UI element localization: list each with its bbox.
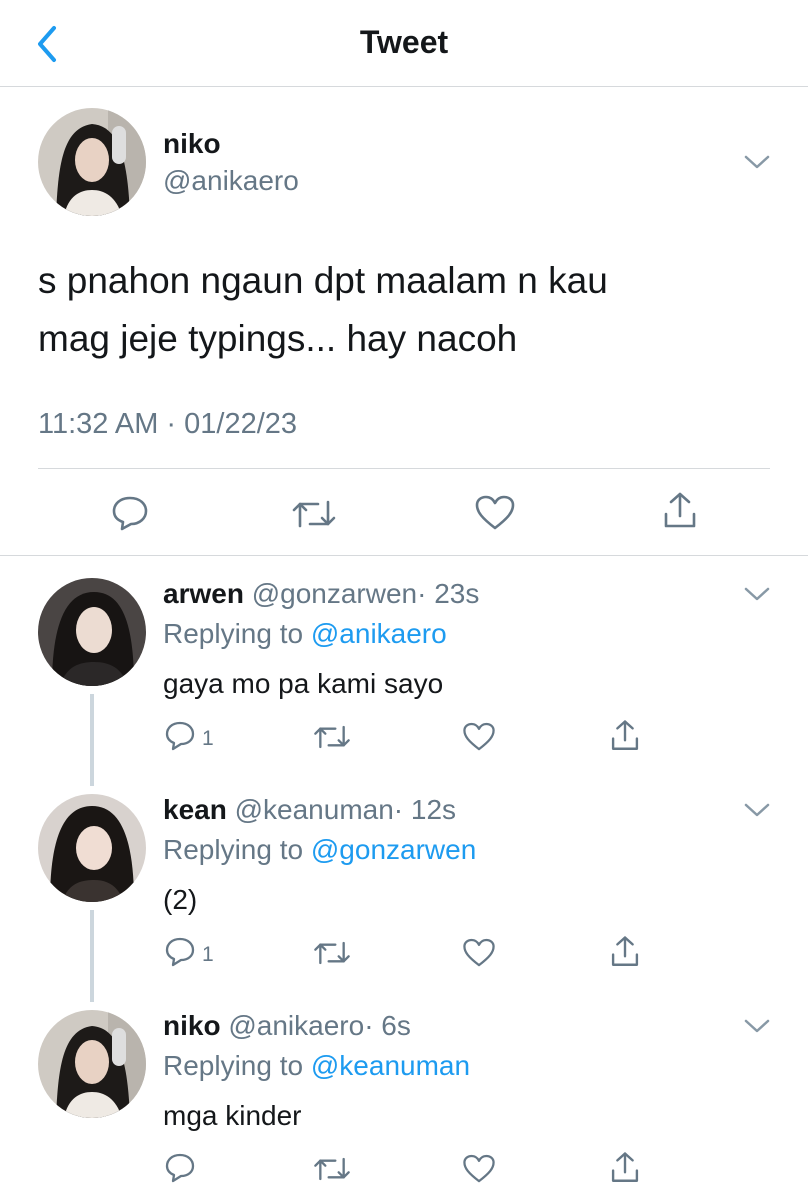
share-icon — [664, 492, 696, 528]
comment-icon — [112, 496, 148, 531]
tweet-text-line: s pnahon ngaun dpt maalam n kau — [38, 260, 608, 301]
reply-count: 1 — [202, 727, 214, 750]
retweet-button[interactable] — [312, 938, 352, 968]
retweet-button[interactable] — [312, 1154, 352, 1184]
replying-to-link[interactable]: @gonzarwen — [311, 834, 476, 865]
replying-to-link[interactable]: @anikaero — [311, 618, 447, 649]
reply-menu-button[interactable] — [742, 1016, 772, 1036]
like-button[interactable] — [462, 937, 496, 969]
share-icon — [611, 936, 639, 966]
retweet-button[interactable] — [290, 496, 338, 532]
reply-author-handle[interactable]: @anikaero — [228, 1010, 364, 1041]
avatar[interactable] — [38, 108, 146, 216]
chevron-down-icon — [744, 155, 770, 169]
replying-to-label: Replying to — [163, 618, 304, 649]
thread-line — [90, 694, 94, 786]
reply-button[interactable] — [164, 1152, 234, 1186]
replying-to: Replying to @anikaero — [163, 618, 447, 650]
retweet-icon — [314, 941, 350, 965]
reply-text: (2) — [163, 884, 198, 915]
share-button[interactable] — [660, 490, 700, 532]
reply-text: gaya mo pa kami sayo — [163, 668, 444, 699]
replying-to-label: Replying to — [163, 834, 304, 865]
divider — [38, 468, 770, 469]
reply-age: · 6s — [364, 1010, 411, 1041]
chevron-down-icon — [744, 803, 770, 817]
avatar[interactable] — [38, 794, 146, 902]
share-button[interactable] — [608, 718, 642, 754]
retweet-icon — [314, 1157, 350, 1181]
page-title: Tweet — [359, 24, 449, 60]
chevron-down-icon — [744, 587, 770, 601]
reply-button[interactable]: 1 — [164, 936, 234, 970]
retweet-icon — [292, 500, 336, 528]
author-handle[interactable]: @anikaero — [163, 165, 299, 197]
chevron-down-icon — [744, 1019, 770, 1033]
reply-author-handle[interactable]: @keanuman — [235, 794, 394, 825]
tweet-timestamp: 11:32 AM · 01/22/23 — [38, 408, 298, 440]
tweet-menu-button[interactable] — [742, 152, 772, 172]
heart-icon — [463, 722, 495, 751]
share-icon — [611, 1152, 639, 1182]
reply-age: · 12s — [393, 794, 457, 825]
reply-menu-button[interactable] — [742, 800, 772, 820]
reply-button[interactable] — [110, 494, 150, 532]
thread-line — [90, 910, 94, 1002]
replying-to-label: Replying to — [163, 1050, 304, 1081]
reply-menu-button[interactable] — [742, 584, 772, 604]
author-name[interactable]: niko — [163, 128, 221, 160]
heart-icon — [463, 1154, 495, 1183]
reply-author-handle[interactable]: @gonzarwen — [252, 578, 417, 609]
share-button[interactable] — [608, 934, 642, 970]
comment-icon — [165, 721, 195, 751]
comment-icon — [165, 1153, 195, 1183]
replying-to: Replying to @keanuman — [163, 1050, 470, 1082]
heart-icon — [475, 495, 515, 530]
reply-age: · 23s — [417, 578, 480, 609]
avatar[interactable] — [38, 578, 146, 686]
reply-text: mga kinder — [163, 1100, 302, 1131]
share-button[interactable] — [608, 1150, 642, 1186]
like-button[interactable] — [474, 494, 516, 532]
reply-count: 1 — [202, 943, 214, 966]
reply-author[interactable]: kean @keanuman· 12s — [163, 794, 456, 826]
reply-author-name[interactable]: kean — [163, 794, 227, 825]
heart-icon — [463, 938, 495, 967]
retweet-button[interactable] — [312, 722, 352, 752]
replying-to: Replying to @gonzarwen — [163, 834, 476, 866]
reply-author-name[interactable]: arwen — [163, 578, 244, 609]
comment-icon — [165, 937, 195, 967]
reply-author-name[interactable]: niko — [163, 1010, 221, 1041]
divider — [0, 555, 808, 556]
header-bar: Tweet — [0, 0, 808, 87]
like-button[interactable] — [462, 1153, 496, 1185]
reply-button[interactable]: 1 — [164, 720, 234, 754]
avatar[interactable] — [38, 1010, 146, 1118]
share-icon — [611, 720, 639, 750]
like-button[interactable] — [462, 721, 496, 753]
tweet-text-line: mag jeje typings... hay nacoh — [38, 318, 518, 359]
replying-to-link[interactable]: @keanuman — [311, 1050, 470, 1081]
retweet-icon — [314, 725, 350, 749]
reply-author[interactable]: niko @anikaero· 6s — [163, 1010, 411, 1042]
reply-author[interactable]: arwen @gonzarwen· 23s — [163, 578, 479, 610]
tweet-text: s pnahon ngaun dpt maalam n kau mag jeje… — [38, 252, 758, 368]
